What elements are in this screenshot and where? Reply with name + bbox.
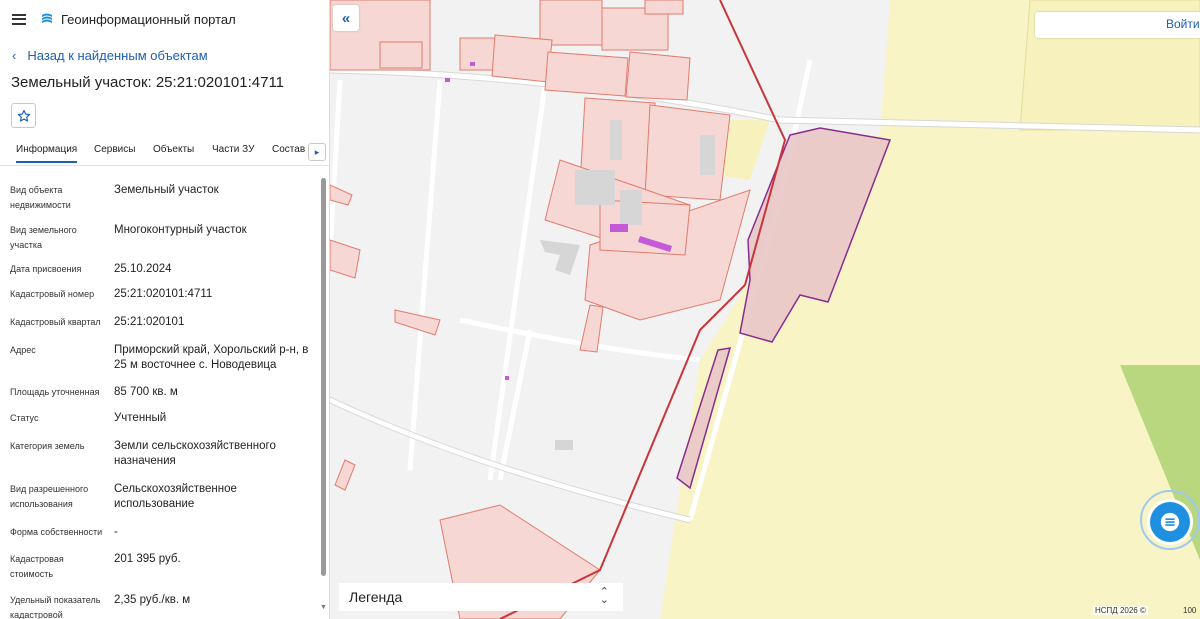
info-panel: Геоинформационный портал ‹ Назад к найде… — [0, 0, 330, 619]
map-copyright: НСПД 2026 © — [1093, 606, 1148, 615]
property-key: Категория земель — [10, 441, 85, 451]
property-key: Кадастровый квартал — [10, 317, 101, 327]
back-to-results-link[interactable]: ‹ Назад к найденным объектам — [12, 48, 208, 63]
property-value: 25:21:020101:4711 — [114, 288, 213, 300]
property-value: Земельный участок — [114, 184, 219, 196]
tabs-scroll-right-button[interactable]: ▸ — [308, 143, 326, 161]
map-view[interactable] — [330, 0, 1200, 619]
property-value: Многоконтурный участок — [114, 224, 247, 236]
property-key: Адрес — [10, 345, 36, 355]
back-link-label: Назад к найденным объектам — [27, 48, 208, 63]
tab-bar: Информация Сервисы Объекты Части ЗУ Сост… — [0, 138, 329, 166]
top-bar: Геоинформационный портал — [0, 0, 329, 38]
chat-button[interactable] — [1150, 502, 1190, 542]
portal-logo-icon — [42, 13, 52, 23]
expand-collapse-icon[interactable]: ⌃ ⌄ — [600, 587, 609, 606]
login-button[interactable]: Войти — [1166, 17, 1200, 31]
property-value: 201 395 руб. — [114, 553, 181, 565]
map-canvas[interactable] — [330, 0, 1200, 619]
tab-objects[interactable]: Объекты — [153, 144, 194, 155]
property-value: Земли сельскохозяйственного назначения — [114, 440, 276, 467]
property-key: Вид земельного участка — [10, 225, 77, 250]
map-scale: 100 — [1183, 606, 1197, 615]
menu-icon[interactable] — [12, 13, 26, 25]
property-value: 25.10.2024 — [114, 263, 172, 275]
property-value: Учтенный — [114, 412, 167, 424]
chevron-left-icon: ‹ — [12, 48, 17, 63]
property-value: - — [114, 526, 118, 538]
property-value: Приморский край, Хорольский р-н, в 25 м … — [114, 344, 309, 371]
legend-label: Легенда — [349, 589, 403, 605]
panel-scrollbar[interactable] — [321, 178, 326, 576]
property-value: 85 700 кв. м — [114, 386, 178, 398]
scroll-down-icon[interactable]: ▼ — [320, 604, 327, 611]
property-value: Сельскохозяйственное использование — [114, 483, 237, 510]
collapse-panel-button[interactable]: « — [333, 5, 359, 31]
property-key: Статус — [10, 413, 39, 423]
tab-services[interactable]: Сервисы — [94, 144, 135, 155]
property-key: Кадастровый номер — [10, 289, 95, 299]
property-key: Форма собственности — [10, 527, 103, 537]
property-value: 2,35 руб./кв. м — [114, 594, 191, 606]
property-key: Вид объекта недвижимости — [10, 185, 71, 210]
tab-composition[interactable]: Состав — [272, 144, 305, 155]
star-icon — [17, 109, 30, 122]
property-key: Площадь уточненная — [10, 387, 100, 397]
property-key: Дата присвоения — [10, 264, 82, 274]
property-value: 25:21:020101 — [114, 316, 185, 328]
legend-panel[interactable]: Легенда ⌃ ⌄ — [339, 583, 623, 611]
tab-information[interactable]: Информация — [16, 144, 78, 163]
property-key: Удельный показатель кадастровой — [10, 595, 101, 619]
tab-parts[interactable]: Части ЗУ — [212, 144, 254, 155]
property-key: Кадастровая стоимость — [10, 554, 64, 579]
object-title: Земельный участок: 25:21:020101:4711 — [11, 74, 285, 91]
chat-icon — [1160, 512, 1180, 532]
favorite-button[interactable] — [11, 103, 36, 128]
app-title: Геоинформационный портал — [61, 11, 236, 27]
property-key: Вид разрешенного использования — [10, 484, 89, 509]
